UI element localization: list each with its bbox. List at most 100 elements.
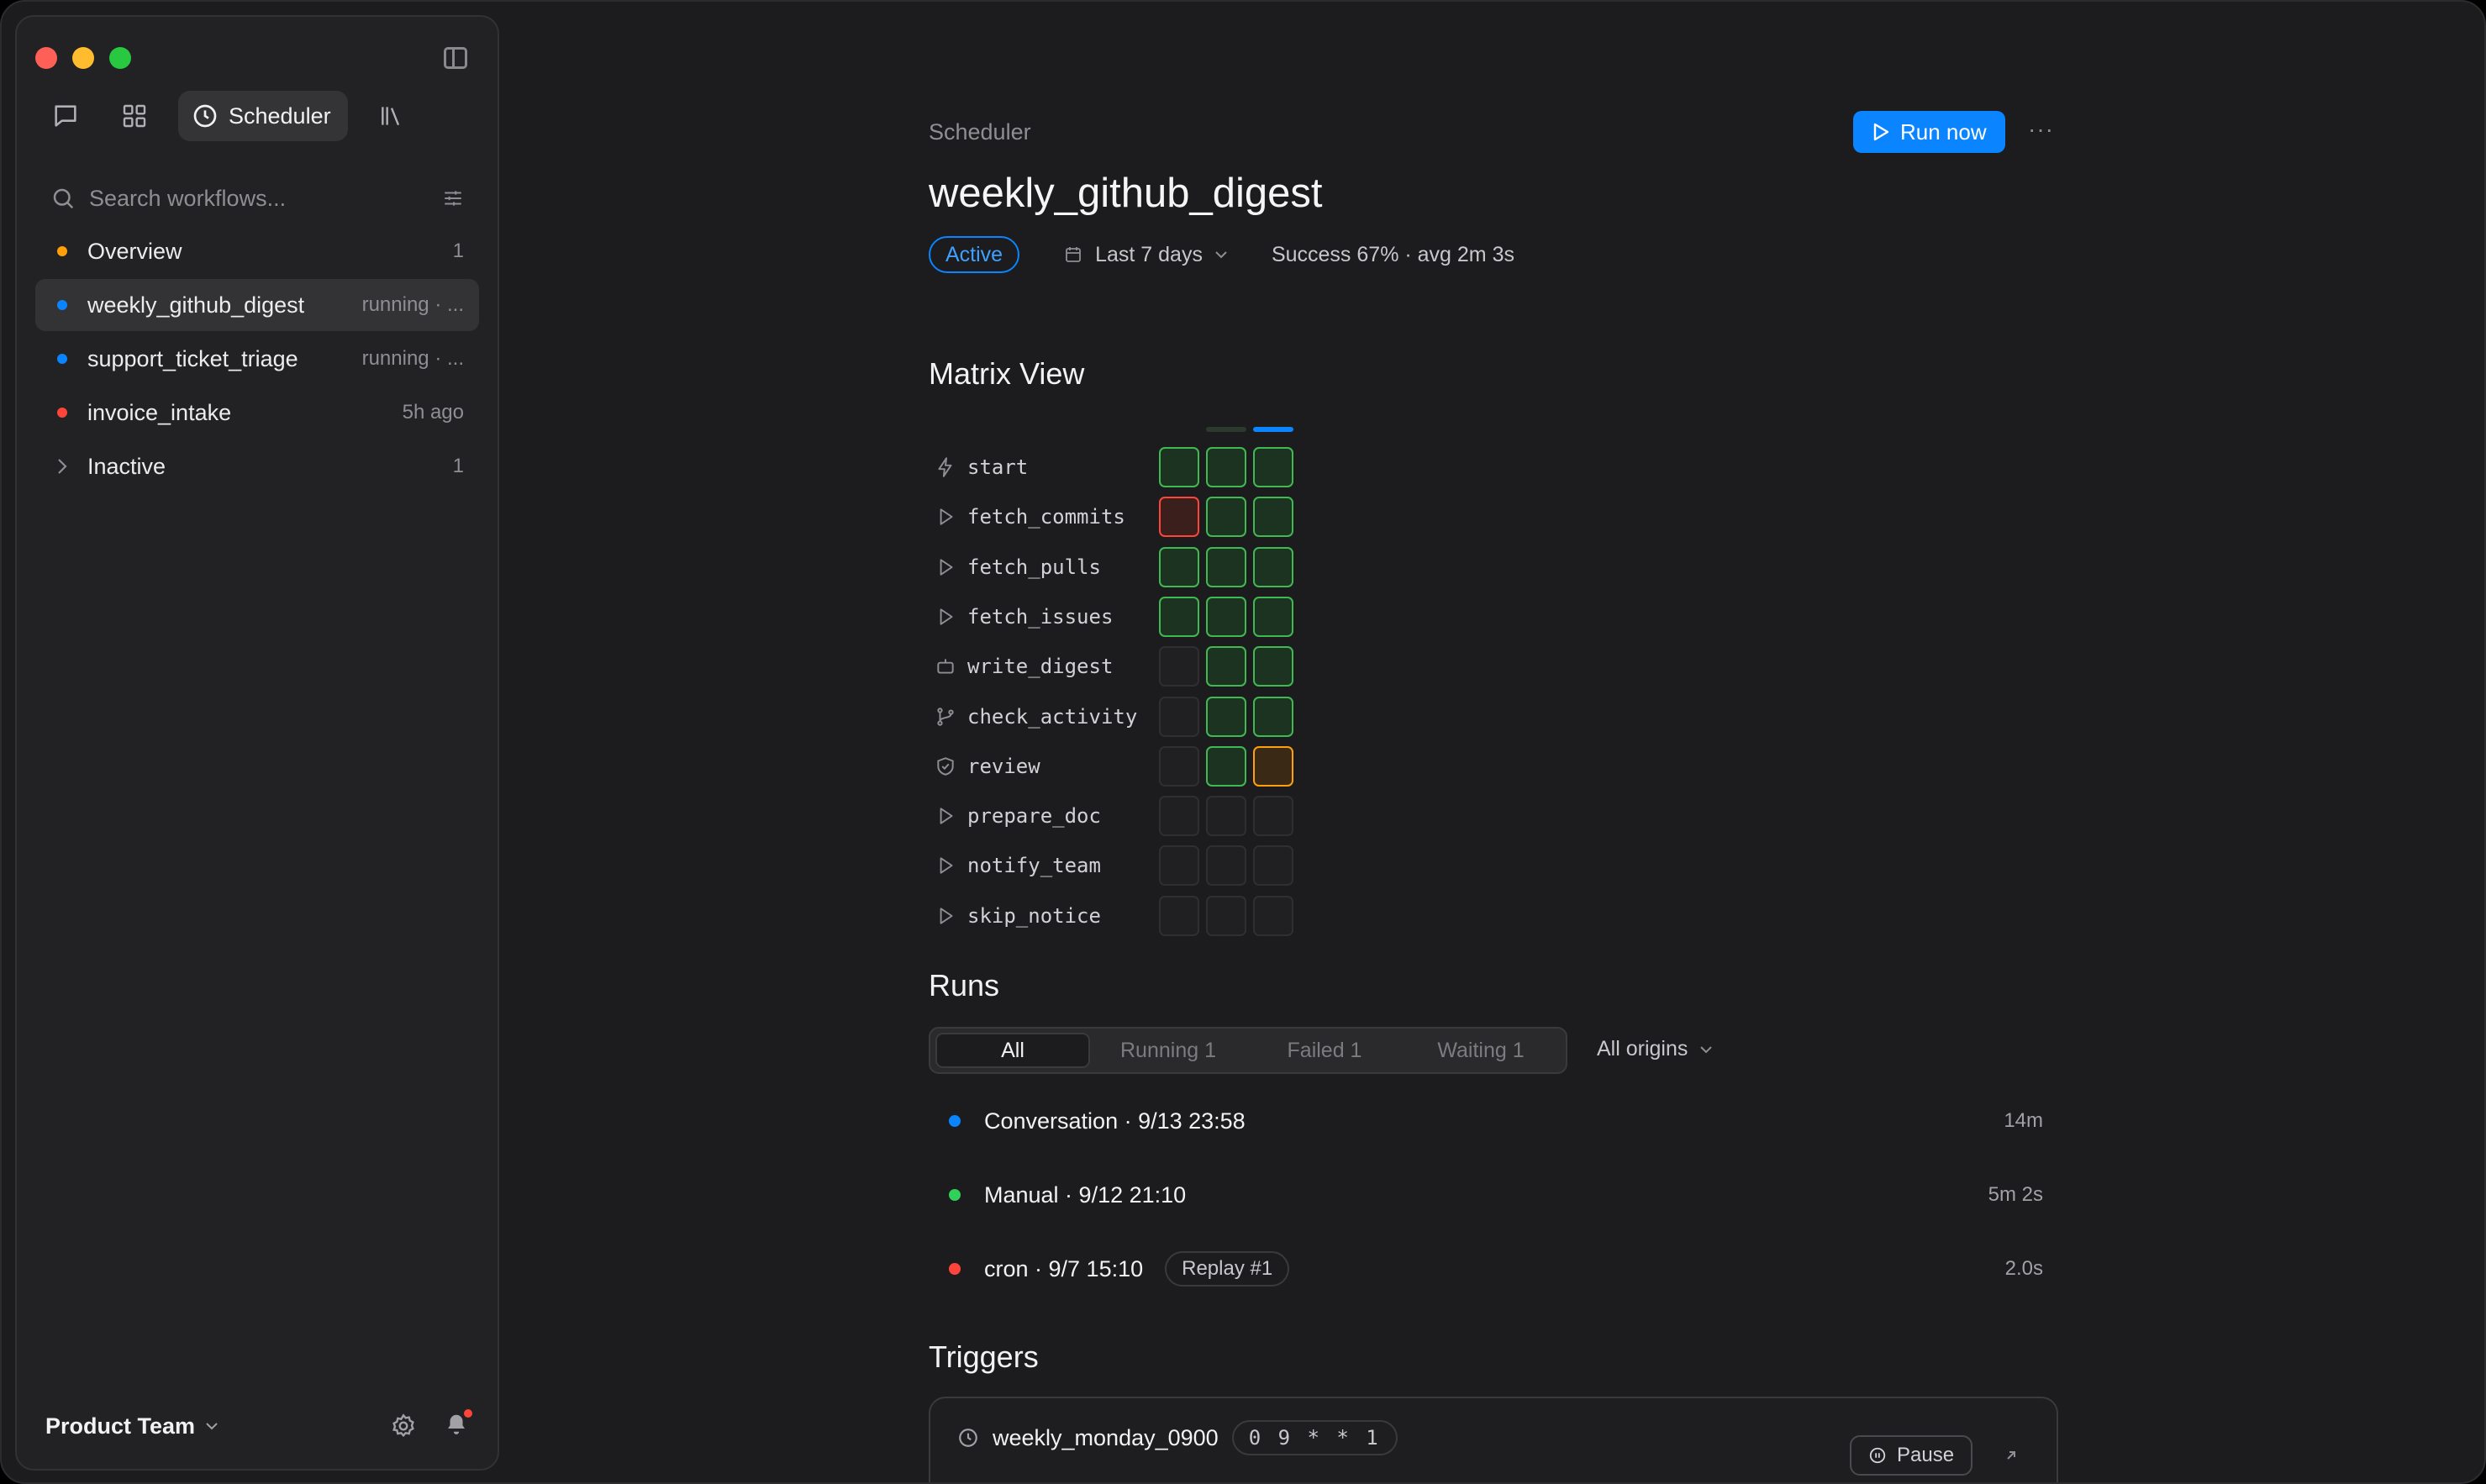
run-label: Manual · 9/12 21:10 (984, 1181, 1187, 1208)
matrix-row: skip_notice (934, 895, 1293, 936)
external-link-icon[interactable] (2003, 1447, 2020, 1464)
matrix-cell-ok[interactable] (1206, 745, 1246, 787)
origins-dropdown[interactable]: All origins (1597, 1037, 1713, 1061)
chevron-right-icon (58, 459, 67, 474)
sidebar-toggle-icon[interactable] (444, 47, 467, 69)
matrix-cell-fail[interactable] (1159, 497, 1199, 538)
matrix-cell-ok[interactable] (1206, 596, 1246, 637)
step-label: review (967, 754, 1040, 778)
matrix-row: prepare_doc (934, 796, 1293, 837)
workflow-name: Overview (87, 238, 182, 264)
matrix-cell-empty[interactable] (1159, 895, 1199, 936)
matrix-column-indicator (1206, 427, 1246, 432)
pause-icon (1869, 1447, 1886, 1464)
pause-button[interactable]: Pause (1850, 1435, 1973, 1476)
play-icon (934, 606, 957, 628)
search-input[interactable]: Search workflows... (50, 182, 464, 215)
search-placeholder: Search workflows... (89, 185, 287, 211)
play-icon (934, 805, 957, 827)
matrix-cell-ok[interactable] (1206, 696, 1246, 737)
workflow-name: Inactive (87, 453, 166, 479)
close-window-button[interactable] (35, 47, 57, 69)
matrix-cell-ok[interactable] (1206, 646, 1246, 687)
matrix-cell-empty[interactable] (1206, 895, 1246, 936)
sidebar-item-overview[interactable]: Overview 1 (35, 225, 479, 277)
matrix-cell-ok[interactable] (1206, 447, 1246, 487)
window-controls (35, 47, 131, 69)
play-icon (934, 855, 957, 876)
run-row[interactable]: Manual · 9/12 21:10 5m 2s (929, 1174, 2055, 1216)
matrix-cell-ok[interactable] (1159, 546, 1199, 587)
play-icon (934, 556, 957, 578)
team-switcher[interactable]: Product Team (45, 1413, 195, 1439)
notifications[interactable] (444, 1408, 472, 1442)
breadcrumb[interactable]: Scheduler (929, 119, 1031, 145)
filter-tab-failed[interactable]: Failed 1 (1246, 1033, 1403, 1068)
matrix-cell-empty[interactable] (1253, 796, 1293, 837)
matrix-cell-empty[interactable] (1206, 845, 1246, 887)
tab-scheduler-label: Scheduler (229, 103, 331, 129)
filter-tab-all[interactable]: All (935, 1033, 1090, 1068)
step-label: notify_team (967, 854, 1101, 878)
sidebar-item-invoice-intake[interactable]: invoice_intake 5h ago (35, 387, 479, 439)
chevron-down-icon (1700, 1045, 1713, 1053)
sidebar-item-inactive[interactable]: Inactive 1 (35, 440, 479, 492)
tab-library[interactable] (366, 91, 417, 141)
matrix-cell-ok[interactable] (1206, 546, 1246, 587)
sidebar: Scheduler Search workflows... Overview 1… (15, 15, 499, 1471)
chevron-down-icon[interactable] (205, 1422, 219, 1430)
matrix-cell-ok[interactable] (1253, 546, 1293, 587)
matrix-cell-empty[interactable] (1159, 646, 1199, 687)
matrix-cell-ok[interactable] (1159, 447, 1199, 487)
trigger-name: weekly_monday_0900 (993, 1424, 1219, 1450)
matrix-cell-ok[interactable] (1253, 497, 1293, 538)
matrix-cell-empty[interactable] (1159, 845, 1199, 887)
matrix-cell-empty[interactable] (1159, 745, 1199, 787)
matrix-cell-empty[interactable] (1159, 696, 1199, 737)
matrix-cell-empty[interactable] (1253, 895, 1293, 936)
step-label: prepare_doc (967, 804, 1101, 829)
matrix-cell-ok[interactable] (1253, 447, 1293, 487)
tab-scheduler[interactable]: Scheduler (178, 91, 348, 141)
matrix-row: fetch_issues (934, 596, 1293, 637)
filter-sliders-icon[interactable] (442, 187, 464, 209)
more-options-button[interactable]: ··· (2028, 116, 2054, 143)
run-now-button[interactable]: Run now (1853, 111, 2005, 153)
zoom-window-button[interactable] (109, 47, 131, 69)
tab-chat[interactable] (40, 91, 91, 141)
workflow-meta: running · ... (361, 293, 464, 316)
run-row[interactable]: Conversation · 9/13 23:58 14m (929, 1100, 2055, 1142)
run-row[interactable]: cron · 9/7 15:10 Replay #1 2.0s (929, 1248, 2055, 1290)
matrix-cell-ok[interactable] (1159, 596, 1199, 637)
sidebar-item-weekly-github-digest[interactable]: weekly_github_digest running · ... (35, 279, 479, 331)
matrix-cell-ok[interactable] (1253, 596, 1293, 637)
pause-label: Pause (1897, 1444, 1955, 1466)
minimize-window-button[interactable] (72, 47, 94, 69)
status-dot (57, 408, 67, 418)
workflow-meta: running · ... (361, 347, 464, 370)
clock-icon (959, 1429, 977, 1447)
status-dot (57, 246, 67, 256)
matrix-cell-warn[interactable] (1253, 745, 1293, 787)
step-label: start (967, 455, 1029, 479)
matrix-cell-empty[interactable] (1253, 845, 1293, 887)
matrix-cell-ok[interactable] (1253, 696, 1293, 737)
runs-heading: Runs (929, 968, 1000, 1002)
clock-icon (193, 104, 217, 128)
filter-tab-waiting[interactable]: Waiting 1 (1403, 1033, 1559, 1068)
matrix-cell-empty[interactable] (1206, 796, 1246, 837)
step-label: fetch_pulls (967, 555, 1101, 579)
gear-icon[interactable] (390, 1413, 417, 1439)
matrix-cell-ok[interactable] (1253, 646, 1293, 687)
matrix-cell-ok[interactable] (1206, 497, 1246, 538)
robot-icon (934, 655, 957, 677)
date-range-dropdown[interactable]: Last 7 days (1063, 243, 1228, 267)
matrix-cell-empty[interactable] (1159, 796, 1199, 837)
sidebar-item-support-ticket-triage[interactable]: support_ticket_triage running · ... (35, 333, 479, 385)
replay-badge[interactable]: Replay #1 (1165, 1251, 1290, 1287)
matrix-view-heading: Matrix View (929, 356, 1085, 391)
tab-dashboard[interactable] (109, 91, 160, 141)
filter-tab-running[interactable]: Running 1 (1090, 1033, 1246, 1068)
trigger-card: weekly_monday_0900 0 9 * * 1 Pause (929, 1397, 2058, 1482)
run-label: cron · 9/7 15:10 (984, 1255, 1144, 1281)
